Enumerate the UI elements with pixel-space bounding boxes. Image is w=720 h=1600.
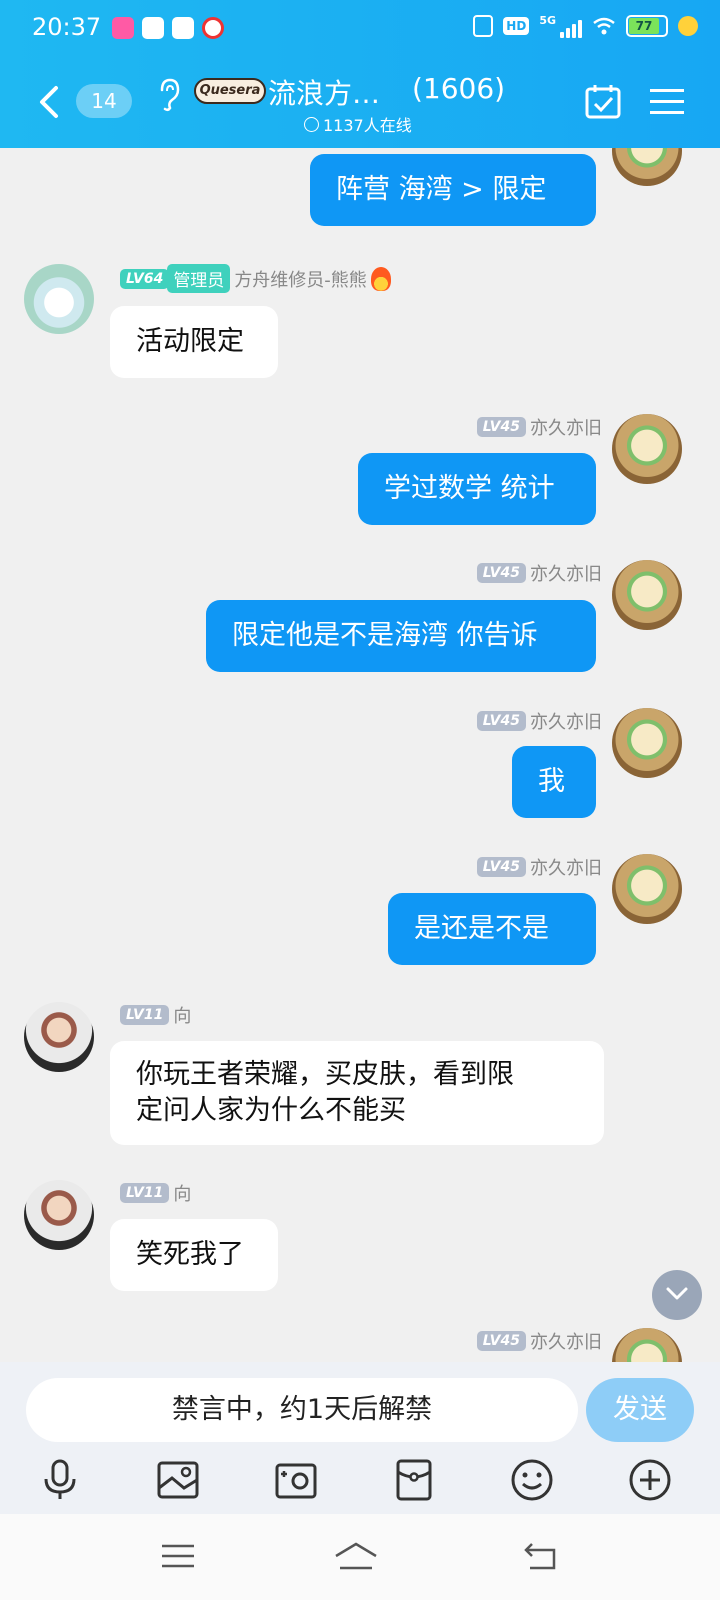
message-bubble[interactable]: 是还是不是 — [388, 893, 596, 965]
chat-title-bar: 14 Quesera 流浪方… (1606) 1137人在线 — [0, 56, 720, 148]
camera-icon[interactable] — [274, 1458, 318, 1502]
scroll-to-bottom-button[interactable] — [652, 1270, 702, 1320]
avatar[interactable] — [612, 854, 682, 924]
avatar[interactable] — [24, 1180, 94, 1250]
member-count[interactable]: (1606) — [412, 72, 505, 105]
sender-name[interactable]: 方舟维修员-熊熊 — [234, 266, 367, 292]
sender-name[interactable]: 向 — [173, 1180, 191, 1206]
level-badge: LV11 — [120, 1183, 170, 1203]
back-icon[interactable] — [522, 1536, 562, 1576]
sender-name[interactable]: 亦久亦旧 — [530, 414, 602, 440]
check-circle-icon — [304, 116, 319, 132]
charging-icon — [678, 16, 698, 36]
sender-name[interactable]: 亦久亦旧 — [530, 708, 602, 734]
online-status: 1137人在线 — [304, 112, 412, 136]
level-badge: LV45 — [476, 417, 526, 437]
plus-icon[interactable] — [628, 1458, 672, 1502]
status-indicators: HD 5G 77 — [473, 14, 698, 38]
group-logo: Quesera — [194, 78, 266, 104]
message-bubble[interactable]: 活动限定 — [110, 306, 278, 378]
battery-icon: 77 — [626, 15, 668, 37]
status-bar: 20:37 HD 5G 77 — [0, 0, 720, 56]
message-bubble[interactable]: 你玩王者荣耀，买皮肤，看到限 定问人家为什么不能买 — [110, 1041, 604, 1145]
app-notification-icon — [142, 17, 164, 39]
sender-name[interactable]: 向 — [173, 1002, 191, 1028]
level-badge: LV45 — [476, 857, 526, 877]
online-count: 1137人在线 — [323, 116, 412, 135]
message-meta: LV45 亦久亦旧 — [476, 708, 602, 734]
avatar[interactable] — [24, 1002, 94, 1072]
message-meta: LV64 管理员 方舟维修员-熊熊 — [120, 264, 391, 293]
message-list[interactable]: 阵营 海湾 > 限定 LV64 管理员 方舟维修员-熊熊 活动限定 LV45 亦… — [0, 148, 720, 1362]
message-meta: LV45 亦久亦旧 — [476, 414, 602, 440]
network-type: 5G — [539, 14, 556, 27]
muted-input[interactable]: 禁言中，约1天后解禁 — [26, 1378, 578, 1442]
message-meta: LV45 亦久亦旧 — [476, 854, 602, 880]
chevron-down-icon — [666, 1287, 688, 1300]
app-notification-icon — [202, 17, 224, 39]
input-area: 禁言中，约1天后解禁 发送 — [0, 1362, 720, 1514]
battery-level: 77 — [629, 18, 659, 34]
message-meta: LV11 向 — [120, 1180, 191, 1206]
calendar-check-icon[interactable] — [584, 82, 622, 120]
avatar[interactable] — [612, 708, 682, 778]
ear-icon[interactable] — [158, 78, 180, 112]
sender-name[interactable]: 亦久亦旧 — [530, 1328, 602, 1354]
message-bubble[interactable]: 限定他是不是海湾 你告诉 — [206, 600, 596, 672]
message-meta: LV45 亦久亦旧 — [476, 1328, 602, 1354]
message-bubble[interactable]: 学过数学 统计 — [358, 453, 596, 525]
sender-name[interactable]: 亦久亦旧 — [530, 560, 602, 586]
avatar[interactable] — [612, 414, 682, 484]
notification-icons — [112, 17, 224, 39]
red-packet-icon[interactable] — [392, 1458, 436, 1502]
hd-icon: HD — [503, 17, 530, 35]
menu-icon[interactable] — [650, 86, 684, 118]
image-icon[interactable] — [156, 1458, 200, 1502]
level-badge: LV64 — [120, 268, 170, 289]
unread-count-badge[interactable]: 14 — [76, 84, 132, 118]
message-bubble[interactable]: 笑死我了 — [110, 1219, 278, 1291]
message-bubble[interactable]: 阵营 海湾 > 限定 — [310, 154, 596, 226]
send-button[interactable]: 发送 — [586, 1378, 694, 1442]
message-bubble[interactable]: 我 — [512, 746, 596, 818]
level-badge: LV11 — [120, 1005, 170, 1025]
emoji-icon[interactable] — [510, 1458, 554, 1502]
menu-icon[interactable] — [158, 1536, 198, 1576]
sender-name[interactable]: 亦久亦旧 — [530, 854, 602, 880]
avatar[interactable] — [612, 1328, 682, 1362]
avatar[interactable] — [612, 560, 682, 630]
message-meta: LV11 向 — [120, 1002, 191, 1028]
group-logo-text: Quesera — [199, 83, 261, 98]
app-notification-icon — [112, 17, 134, 39]
signal-icon: 5G — [539, 14, 582, 38]
message-meta: LV45 亦久亦旧 — [476, 560, 602, 586]
fire-icon — [370, 266, 391, 291]
level-badge: LV45 — [476, 563, 526, 583]
message-text-line: 你玩王者荣耀，买皮肤，看到限 — [136, 1059, 514, 1090]
admin-badge: 管理员 — [167, 264, 231, 293]
system-navigation-bar — [0, 1514, 720, 1600]
home-icon[interactable] — [332, 1536, 380, 1576]
book-notification-icon — [172, 17, 194, 39]
group-name[interactable]: 流浪方… — [268, 72, 380, 112]
avatar[interactable] — [24, 264, 94, 334]
level-badge: LV45 — [476, 711, 526, 731]
wifi-icon — [593, 17, 615, 35]
microphone-icon[interactable] — [38, 1458, 82, 1502]
level-badge: LV45 — [476, 1331, 526, 1351]
message-text-line: 定问人家为什么不能买 — [136, 1095, 406, 1126]
chat-header: 20:37 HD 5G 77 14 Quesera 流浪方… (1606) 11… — [0, 0, 720, 148]
vibrate-icon — [473, 15, 494, 37]
back-arrow-icon[interactable] — [36, 84, 62, 120]
avatar[interactable] — [612, 148, 682, 186]
status-time: 20:37 — [32, 13, 102, 41]
